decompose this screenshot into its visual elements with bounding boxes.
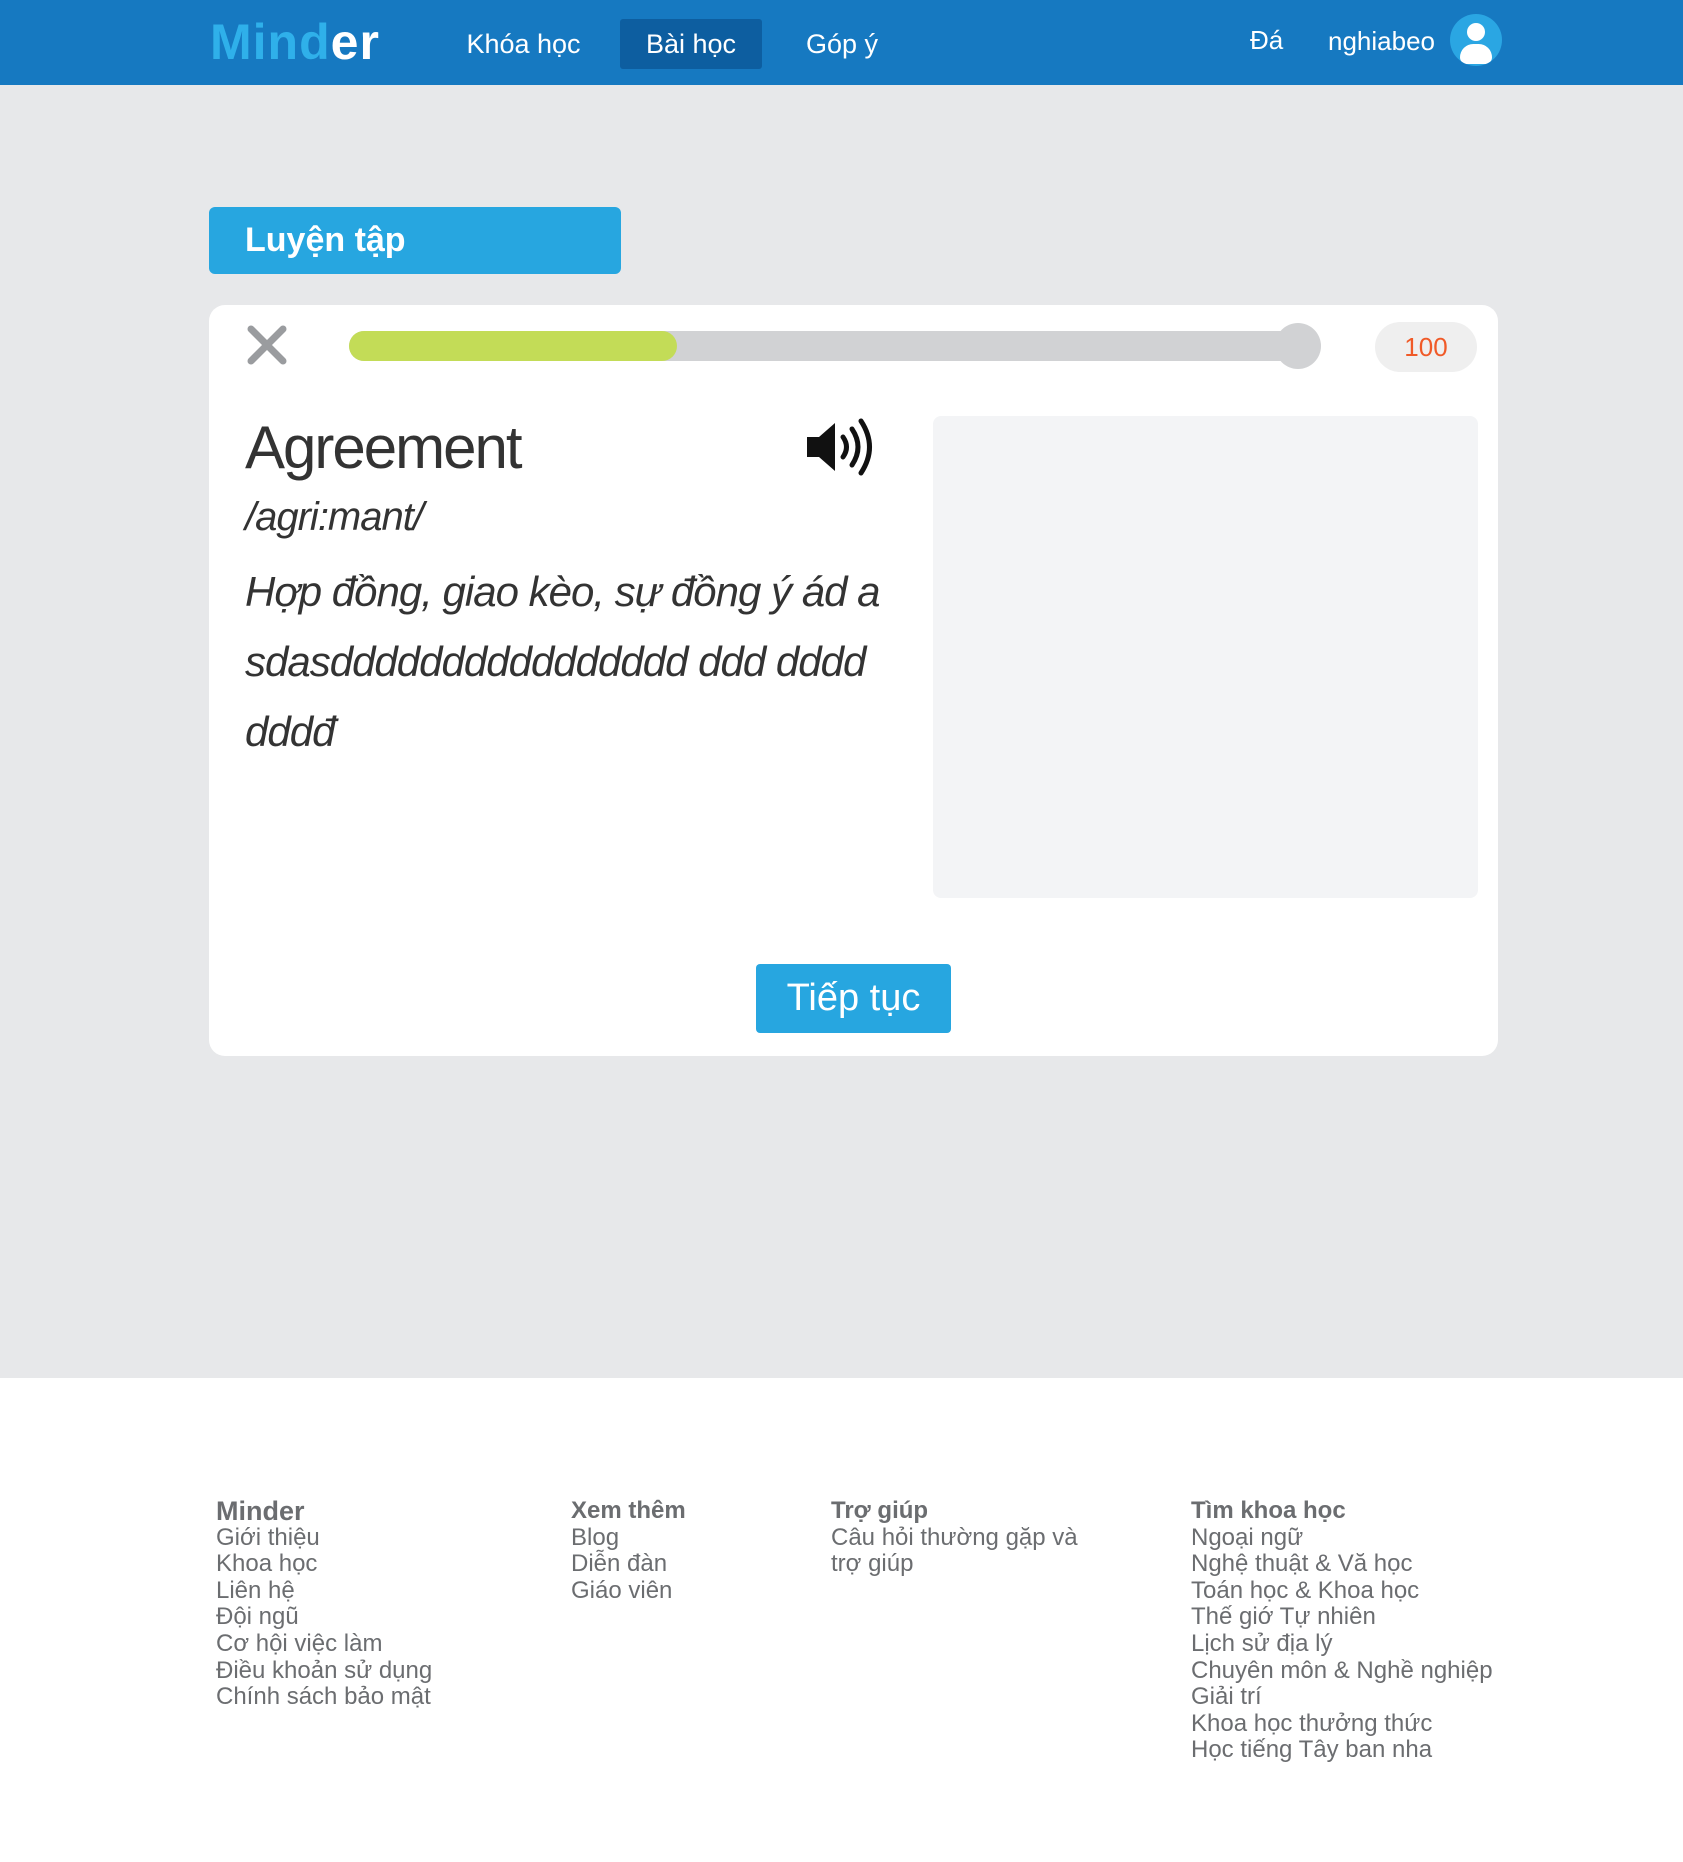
footer-link[interactable]: Giới thiệu: [216, 1524, 432, 1552]
top-navigation-bar: Minder Khóa học Bài học Góp ý Đá nghiabe…: [0, 0, 1683, 85]
footer-col-minder: Minder Giới thiệu Khoa học Liên hệ Đội n…: [216, 1498, 432, 1711]
footer-link[interactable]: Diễn đàn: [571, 1551, 686, 1578]
footer-link[interactable]: Ngoại ngữ: [1191, 1524, 1493, 1552]
footer-link[interactable]: Khoa học: [216, 1551, 432, 1578]
footer-link[interactable]: Câu hỏi thường gặp và: [831, 1524, 1078, 1552]
flashcard-panel: 100 Agreement /agri:mant/ Hợp đồng, giao…: [209, 305, 1498, 1056]
footer-link[interactable]: Giải trí: [1191, 1684, 1493, 1711]
illustration-placeholder: [933, 416, 1478, 898]
logo-part-1: Mind: [210, 14, 331, 70]
footer-link[interactable]: Toán học & Khoa học: [1191, 1577, 1493, 1605]
footer-col-title: Minder: [216, 1496, 305, 1526]
minder-logo[interactable]: Minder: [210, 14, 380, 70]
footer-link[interactable]: Học tiếng Tây ban nha: [1191, 1737, 1493, 1764]
vocabulary-word: Agreement: [245, 414, 522, 481]
nav-gop-y[interactable]: Góp ý: [784, 19, 900, 69]
footer-link[interactable]: Thế giớ Tự nhiên: [1191, 1604, 1493, 1631]
footer-link[interactable]: Chuyên môn & Nghề nghiệp: [1191, 1657, 1493, 1685]
word-meaning: Hợp đồng, giao kèo, sự đồng ý ád asdasdd…: [245, 568, 880, 755]
footer-link[interactable]: Khoa học thưởng thức: [1191, 1710, 1493, 1738]
avatar-head: [1467, 23, 1485, 41]
footer-link[interactable]: Cơ hội việc làm: [216, 1630, 432, 1658]
score-badge: 100: [1375, 322, 1477, 372]
footer-col-title: Trợ giúp: [831, 1497, 929, 1524]
footer-col-tro-giup: Trợ giúp Câu hỏi thường gặp và trợ giúp: [831, 1497, 1078, 1578]
language-selector[interactable]: Đá: [1250, 20, 1283, 60]
footer-link[interactable]: Blog: [571, 1524, 686, 1552]
footer-col-tim-khoa-hoc: Tìm khoa học Ngoại ngữ Nghệ thuật & Vă h…: [1191, 1497, 1493, 1764]
progress-knob[interactable]: [1275, 323, 1321, 369]
continue-button[interactable]: Tiếp tục: [756, 964, 951, 1033]
footer-link[interactable]: Điều khoản sử dụng: [216, 1657, 432, 1685]
footer-col-xem-them: Xem thêm Blog Diễn đàn Giáo viên: [571, 1497, 686, 1605]
speaker-icon[interactable]: [803, 415, 879, 479]
footer: Minder Giới thiệu Khoa học Liên hệ Đội n…: [0, 1378, 1683, 1862]
practice-tab[interactable]: Luyện tập: [209, 207, 621, 274]
footer-link[interactable]: Lịch sử địa lý: [1191, 1630, 1493, 1658]
user-avatar-icon[interactable]: [1450, 14, 1502, 66]
username[interactable]: nghiabeo: [1328, 20, 1435, 62]
footer-col-title: Tìm khoa học: [1191, 1497, 1346, 1524]
nav-khoa-hoc[interactable]: Khóa học: [441, 19, 606, 69]
footer-link[interactable]: Đội ngũ: [216, 1604, 432, 1631]
phonetic-transcription: /agri:mant/: [245, 495, 424, 539]
close-icon[interactable]: [245, 323, 289, 367]
footer-link[interactable]: Giáo viên: [571, 1577, 686, 1605]
progress-fill: [349, 331, 678, 361]
progress-bar: [349, 323, 1321, 369]
footer-link[interactable]: Chính sách bảo mật: [216, 1684, 432, 1711]
nav-bai-hoc[interactable]: Bài học: [620, 19, 762, 69]
footer-link[interactable]: Nghệ thuật & Vă học: [1191, 1551, 1493, 1578]
footer-col-title: Xem thêm: [571, 1497, 686, 1524]
footer-link[interactable]: trợ giúp: [831, 1551, 1078, 1578]
logo-part-2: er: [330, 14, 380, 70]
avatar-body: [1460, 44, 1492, 64]
footer-link[interactable]: Liên hệ: [216, 1577, 432, 1605]
